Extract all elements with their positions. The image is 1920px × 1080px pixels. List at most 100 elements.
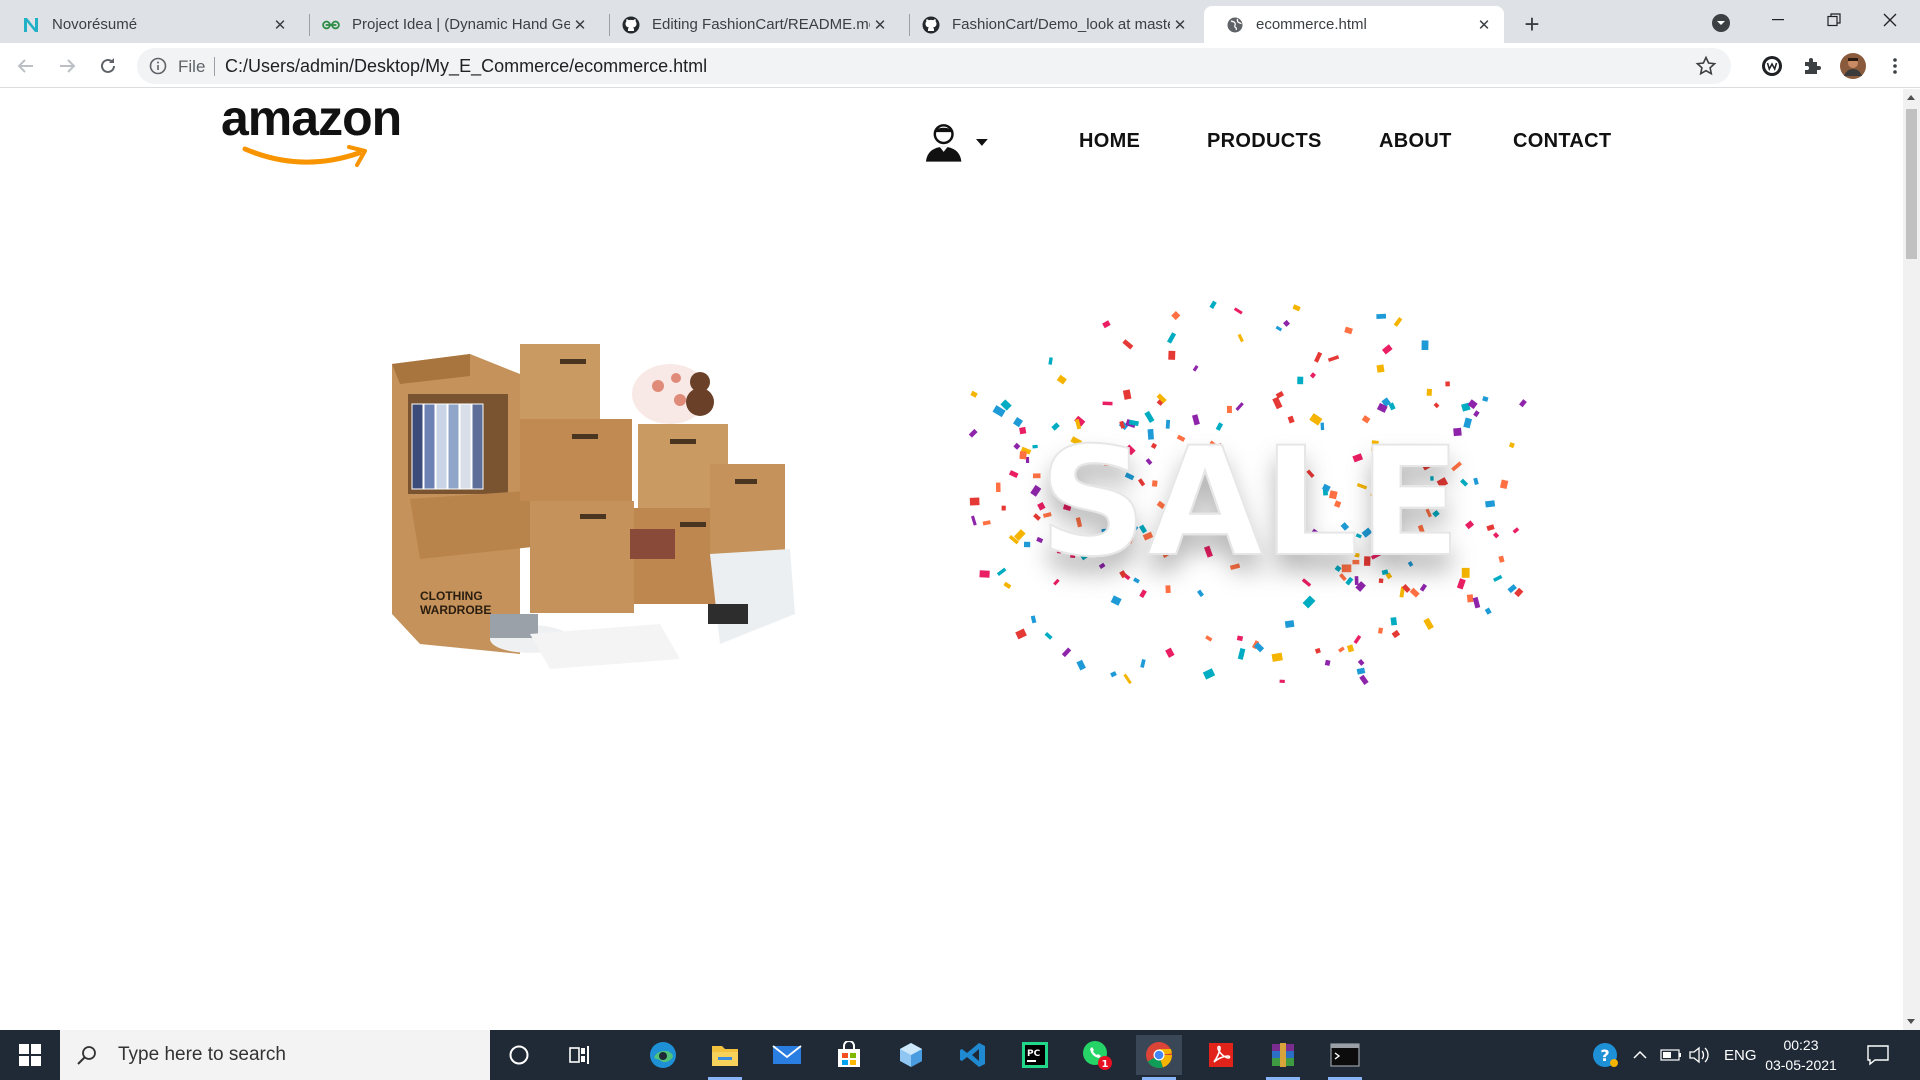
confetti-piece (1426, 388, 1432, 396)
confetti-piece (1338, 646, 1345, 653)
globe-favicon-icon (1226, 16, 1244, 34)
notifications-icon[interactable] (1866, 1030, 1890, 1080)
confetti-piece (1499, 479, 1509, 490)
confetti-piece (1044, 632, 1053, 640)
3d-cube-app-icon[interactable] (888, 1035, 934, 1075)
confetti-piece (1076, 659, 1086, 671)
url-text[interactable]: C:/Users/admin/Desktop/My_E_Commerce/eco… (225, 56, 707, 77)
confetti-piece (1381, 344, 1393, 355)
help-tray-icon[interactable]: ? (1592, 1030, 1620, 1080)
confetti-piece (1327, 355, 1340, 362)
confetti-piece (982, 520, 991, 526)
confetti-piece (1445, 381, 1450, 387)
close-tab-icon[interactable]: ✕ (1170, 15, 1190, 35)
mail-icon[interactable] (764, 1035, 810, 1075)
tab-ecommerce-active[interactable]: ecommerce.html ✕ (1204, 6, 1504, 43)
confetti-piece (1140, 659, 1146, 668)
confetti-piece (1167, 332, 1177, 344)
user-avatar-icon (925, 124, 962, 162)
svg-text:?: ? (1600, 1046, 1609, 1065)
confetti-piece (1302, 595, 1316, 609)
confetti-piece (1227, 405, 1232, 413)
nav-contact-link[interactable]: CONTACT (1513, 130, 1611, 153)
github-favicon-icon (622, 16, 640, 34)
volume-icon[interactable] (1688, 1030, 1712, 1080)
page-scrollbar[interactable] (1903, 89, 1920, 1030)
cortana-icon[interactable] (496, 1035, 542, 1075)
confetti-piece (1237, 333, 1244, 343)
tab-editing-readme[interactable]: Editing FashionCart/README.md ✕ (600, 6, 900, 43)
confetti-piece (1023, 541, 1031, 548)
show-hidden-icons-chevron-icon[interactable] (1632, 1030, 1648, 1080)
back-button[interactable] (11, 51, 41, 81)
start-button[interactable] (0, 1030, 60, 1080)
microsoft-store-icon[interactable] (826, 1035, 872, 1075)
file-explorer-icon[interactable] (702, 1035, 748, 1080)
close-tab-icon[interactable]: ✕ (270, 15, 290, 35)
confetti-piece (1376, 313, 1387, 320)
novoresume-favicon-icon (22, 16, 40, 34)
confetti-piece (1001, 505, 1006, 511)
acrobat-reader-icon[interactable] (1198, 1035, 1244, 1075)
confetti-piece (1421, 340, 1429, 351)
confetti-piece (1393, 317, 1403, 327)
address-bar[interactable]: File C:/Users/admin/Desktop/My_E_Commerc… (137, 48, 1731, 84)
confetti-piece (1484, 607, 1492, 615)
scroll-down-arrow-icon[interactable] (1907, 1019, 1915, 1024)
confetti-piece (1110, 671, 1117, 678)
forward-button[interactable] (52, 51, 82, 81)
close-window-button[interactable] (1862, 0, 1918, 40)
nav-home-link[interactable]: HOME (1079, 130, 1140, 153)
nav-products-link[interactable]: PRODUCTS (1207, 130, 1322, 153)
browser-menu-icon[interactable] (1882, 53, 1908, 79)
info-icon[interactable] (149, 57, 167, 75)
restore-window-button[interactable] (1806, 0, 1862, 40)
terminal-icon[interactable] (1322, 1035, 1368, 1080)
search-placeholder: Type here to search (118, 1044, 286, 1065)
tab-novoresume[interactable]: Novorésumé ✕ (0, 6, 300, 43)
bookmark-star-icon[interactable] (1695, 55, 1717, 77)
nav-about-link[interactable]: ABOUT (1379, 130, 1452, 153)
chevron-down-icon (976, 139, 989, 146)
close-tab-icon[interactable]: ✕ (570, 15, 590, 35)
new-tab-button[interactable]: + (1517, 9, 1547, 39)
confetti-piece (970, 390, 978, 398)
vscode-icon[interactable] (950, 1035, 996, 1075)
edge-browser-icon[interactable] (640, 1035, 686, 1075)
amazon-logo[interactable]: amazon (221, 93, 416, 167)
tab-project-idea[interactable]: Project Idea | (Dynamic Hand Ges ✕ (300, 6, 600, 43)
confetti-piece (1519, 399, 1527, 408)
battery-icon[interactable] (1660, 1030, 1682, 1080)
tab-demo-look[interactable]: FashionCart/Demo_look at maste ✕ (900, 6, 1200, 43)
confetti-piece (1233, 307, 1243, 315)
system-clock[interactable]: 00:23 03-05-2021 (1764, 1035, 1838, 1075)
confetti-piece (1123, 673, 1132, 685)
task-view-icon[interactable] (557, 1035, 603, 1075)
profile-avatar[interactable] (1840, 53, 1866, 79)
omnibox-divider (214, 57, 215, 76)
confetti-piece (1473, 477, 1479, 486)
extensions-puzzle-icon[interactable] (1799, 53, 1825, 79)
windows-logo-icon (19, 1044, 41, 1066)
pycharm-icon[interactable]: PC (1012, 1035, 1058, 1075)
reload-button[interactable] (93, 51, 123, 81)
confetti-piece (1236, 635, 1244, 642)
confetti-piece (1271, 652, 1283, 662)
scroll-up-arrow-icon[interactable] (1907, 95, 1915, 100)
close-tab-icon[interactable]: ✕ (870, 15, 890, 35)
close-tab-icon[interactable]: ✕ (1474, 15, 1494, 35)
winrar-icon[interactable] (1260, 1035, 1306, 1080)
user-account-dropdown[interactable] (924, 120, 989, 164)
scrollbar-thumb[interactable] (1906, 109, 1917, 259)
confetti-piece (1056, 374, 1067, 385)
confetti-piece (1013, 442, 1021, 450)
minimize-window-button[interactable] (1750, 0, 1806, 40)
taskbar-search-box[interactable]: Type here to search (60, 1030, 490, 1080)
confetti-piece (1048, 357, 1053, 365)
tab-search-icon[interactable] (1709, 11, 1733, 35)
input-language[interactable]: ENG (1724, 1030, 1757, 1080)
extension-w-icon[interactable] (1759, 53, 1785, 79)
chrome-icon[interactable] (1136, 1035, 1182, 1080)
confetti-piece (1465, 520, 1475, 530)
whatsapp-icon[interactable]: 1 (1074, 1035, 1120, 1075)
